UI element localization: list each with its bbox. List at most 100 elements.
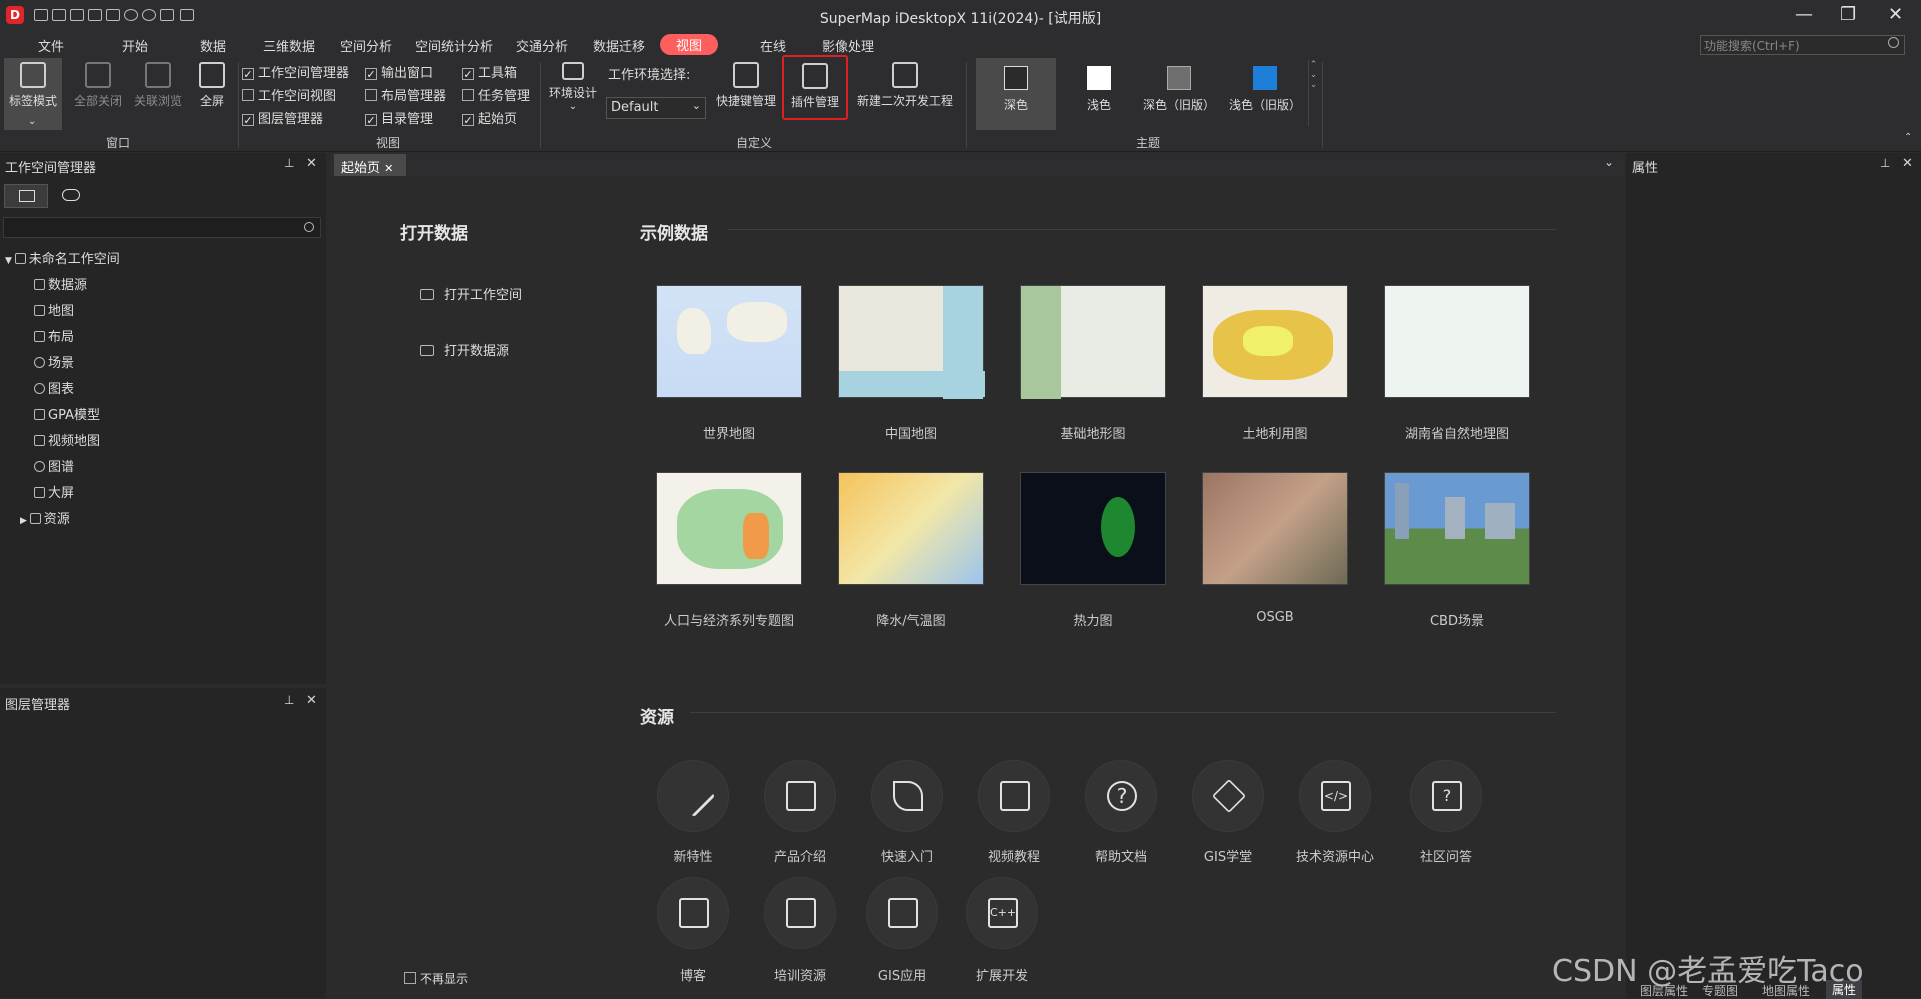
tab-start-page[interactable]: 起始页 ✕ (334, 154, 406, 176)
sample-cbd-scene-thumb[interactable] (1384, 472, 1530, 585)
menu-file[interactable]: 文件 (38, 36, 64, 55)
menu-3d-data[interactable]: 三维数据 (263, 36, 315, 55)
document-icon (679, 898, 709, 928)
plugin-manager-button[interactable]: 插件管理 (782, 55, 848, 120)
sample-land-use-thumb[interactable] (1202, 285, 1348, 398)
tab-list-chevron-icon[interactable]: ⌄ (1604, 155, 1614, 169)
theme-light-old-button[interactable]: 浅色（旧版） (1222, 66, 1308, 113)
tech-resources-button[interactable]: </> (1299, 760, 1371, 832)
sample-caption: OSGB (1256, 610, 1294, 625)
tree-item-chart[interactable]: 图表 (34, 378, 74, 397)
dont-show-checkbox[interactable]: 不再显示 (404, 970, 468, 987)
cloud-workspace-tab[interactable] (56, 184, 100, 208)
menu-traffic[interactable]: 交通分析 (516, 36, 568, 55)
light-swatch (1087, 66, 1111, 90)
menu-spatial-stats[interactable]: 空间统计分析 (415, 36, 493, 55)
search-icon[interactable] (1888, 37, 1899, 48)
tree-item-map[interactable]: 地图 (34, 300, 74, 319)
sample-precip-temp-thumb[interactable] (838, 472, 984, 585)
pin-icon[interactable]: ⊥ (284, 156, 294, 170)
menu-data[interactable]: 数据 (200, 36, 226, 55)
folder-icon (420, 289, 434, 300)
resource-label: 产品介绍 (773, 850, 826, 865)
tab-mode-button[interactable]: 标签模式 ⌄ (4, 58, 62, 130)
workspace-search-input[interactable] (3, 217, 321, 238)
extension-dev-button[interactable]: C++ (966, 877, 1038, 949)
env-select-dropdown[interactable]: Default ⌄ (606, 97, 706, 119)
sample-world-map-thumb[interactable] (656, 285, 802, 398)
training-button[interactable] (764, 877, 836, 949)
tree-item-scene[interactable]: 场景 (34, 352, 74, 371)
window-title: SuperMap iDesktopX 11i(2024)- [试用版] (819, 11, 1102, 27)
presentation-icon (786, 898, 816, 928)
theme-dark-old-button[interactable]: 深色（旧版） (1136, 66, 1222, 113)
check-layer-manager[interactable]: ✓ 图层管理器 (242, 108, 323, 127)
tree-item-graph[interactable]: 图谱 (34, 456, 74, 475)
check-task-manager[interactable]: 任务管理 (462, 85, 530, 104)
divider (690, 712, 1556, 713)
check-start-page[interactable]: ✓ 起始页 (462, 108, 517, 127)
help-docs-button[interactable]: ? (1085, 760, 1157, 832)
close-all-button[interactable]: 全部关闭 (70, 62, 126, 109)
menu-imagery[interactable]: 影像处理 (822, 36, 874, 55)
env-design-button[interactable]: 环境设计 ⌄ (546, 62, 600, 112)
tree-item-resources[interactable]: ▶ 资源 (20, 508, 70, 527)
pin-icon[interactable]: ⊥ (1880, 156, 1890, 170)
theme-light-button[interactable]: 浅色 (1064, 66, 1134, 113)
sample-basic-terrain-thumb[interactable] (1020, 285, 1166, 399)
sample-hunan-thumb[interactable] (1384, 285, 1530, 398)
tree-item-big-screen[interactable]: 大屏 (34, 482, 74, 501)
quick-start-button[interactable] (871, 760, 943, 832)
open-workspace-link[interactable]: 打开工作空间 (420, 284, 522, 303)
product-intro-button[interactable] (764, 760, 836, 832)
help-icon: ? (1107, 781, 1137, 811)
workspace-view-tab[interactable] (4, 184, 48, 208)
sample-population-economy-thumb[interactable] (656, 472, 802, 585)
sample-china-map-thumb[interactable] (838, 285, 985, 399)
gallery-scroll[interactable]: ⌃ ⌄ ⌄ (1308, 60, 1318, 126)
gis-apps-button[interactable] (866, 877, 938, 949)
pin-icon[interactable]: ⊥ (284, 693, 294, 707)
minimize-icon[interactable]: — (1795, 4, 1813, 25)
menu-spatial-analysis[interactable]: 空间分析 (340, 36, 392, 55)
video-icon (1000, 781, 1030, 811)
check-toolbox[interactable]: ✓ 工具箱 (462, 62, 517, 81)
theme-dark-button[interactable]: 深色 (976, 58, 1056, 130)
menu-online[interactable]: 在线 (760, 36, 786, 55)
gis-academy-button[interactable] (1192, 760, 1264, 832)
workspace-root[interactable]: ▼ 未命名工作空间 (5, 248, 120, 267)
tree-item-video-map[interactable]: 视频地图 (34, 430, 100, 449)
new-features-button[interactable] (657, 760, 729, 832)
resource-label: 扩展开发 (975, 969, 1028, 984)
sample-caption: 基础地形图 (1060, 427, 1126, 442)
community-qa-button[interactable]: ? (1410, 760, 1482, 832)
tree-item-layout[interactable]: 布局 (34, 326, 74, 345)
collapse-ribbon-icon[interactable]: ⌃ (1904, 132, 1912, 143)
close-icon[interactable]: ✕ (306, 693, 317, 708)
linked-browse-button[interactable]: 关联浏览 (130, 62, 186, 109)
open-datasource-link[interactable]: 打开数据源 (420, 340, 509, 359)
check-catalog-manager[interactable]: ✓ 目录管理 (365, 108, 433, 127)
close-icon[interactable]: ✕ (1902, 156, 1913, 171)
menu-view[interactable]: 视图 (660, 34, 719, 55)
function-search-input[interactable]: 功能搜索(Ctrl+F) (1700, 35, 1905, 55)
video-tutorial-button[interactable] (978, 760, 1050, 832)
blog-button[interactable] (657, 877, 729, 949)
tree-item-datasource[interactable]: 数据源 (34, 274, 87, 293)
close-icon[interactable]: ✕ (1888, 4, 1903, 25)
shortcut-manager-button[interactable]: 快捷键管理 (712, 62, 780, 109)
sample-heatmap-thumb[interactable] (1020, 472, 1166, 585)
new-dev-project-button[interactable]: 新建二次开发工程 (850, 62, 960, 109)
check-workspace-manager[interactable]: ✓ 工作空间管理器 (242, 62, 349, 81)
menu-migration[interactable]: 数据迁移 (593, 36, 645, 55)
maximize-icon[interactable]: ❐ (1840, 4, 1856, 25)
tree-item-gpa-model[interactable]: GPA模型 (34, 404, 100, 423)
menu-start[interactable]: 开始 (122, 36, 148, 55)
check-layout-manager[interactable]: 布局管理器 (365, 85, 446, 104)
sample-osgb-thumb[interactable] (1202, 472, 1348, 585)
close-icon[interactable]: ✕ (384, 162, 393, 175)
check-output-window[interactable]: ✓ 输出窗口 (365, 62, 433, 81)
check-workspace-view[interactable]: 工作空间视图 (242, 85, 336, 104)
fullscreen-button[interactable]: 全屏 (192, 62, 232, 109)
close-icon[interactable]: ✕ (306, 156, 317, 171)
